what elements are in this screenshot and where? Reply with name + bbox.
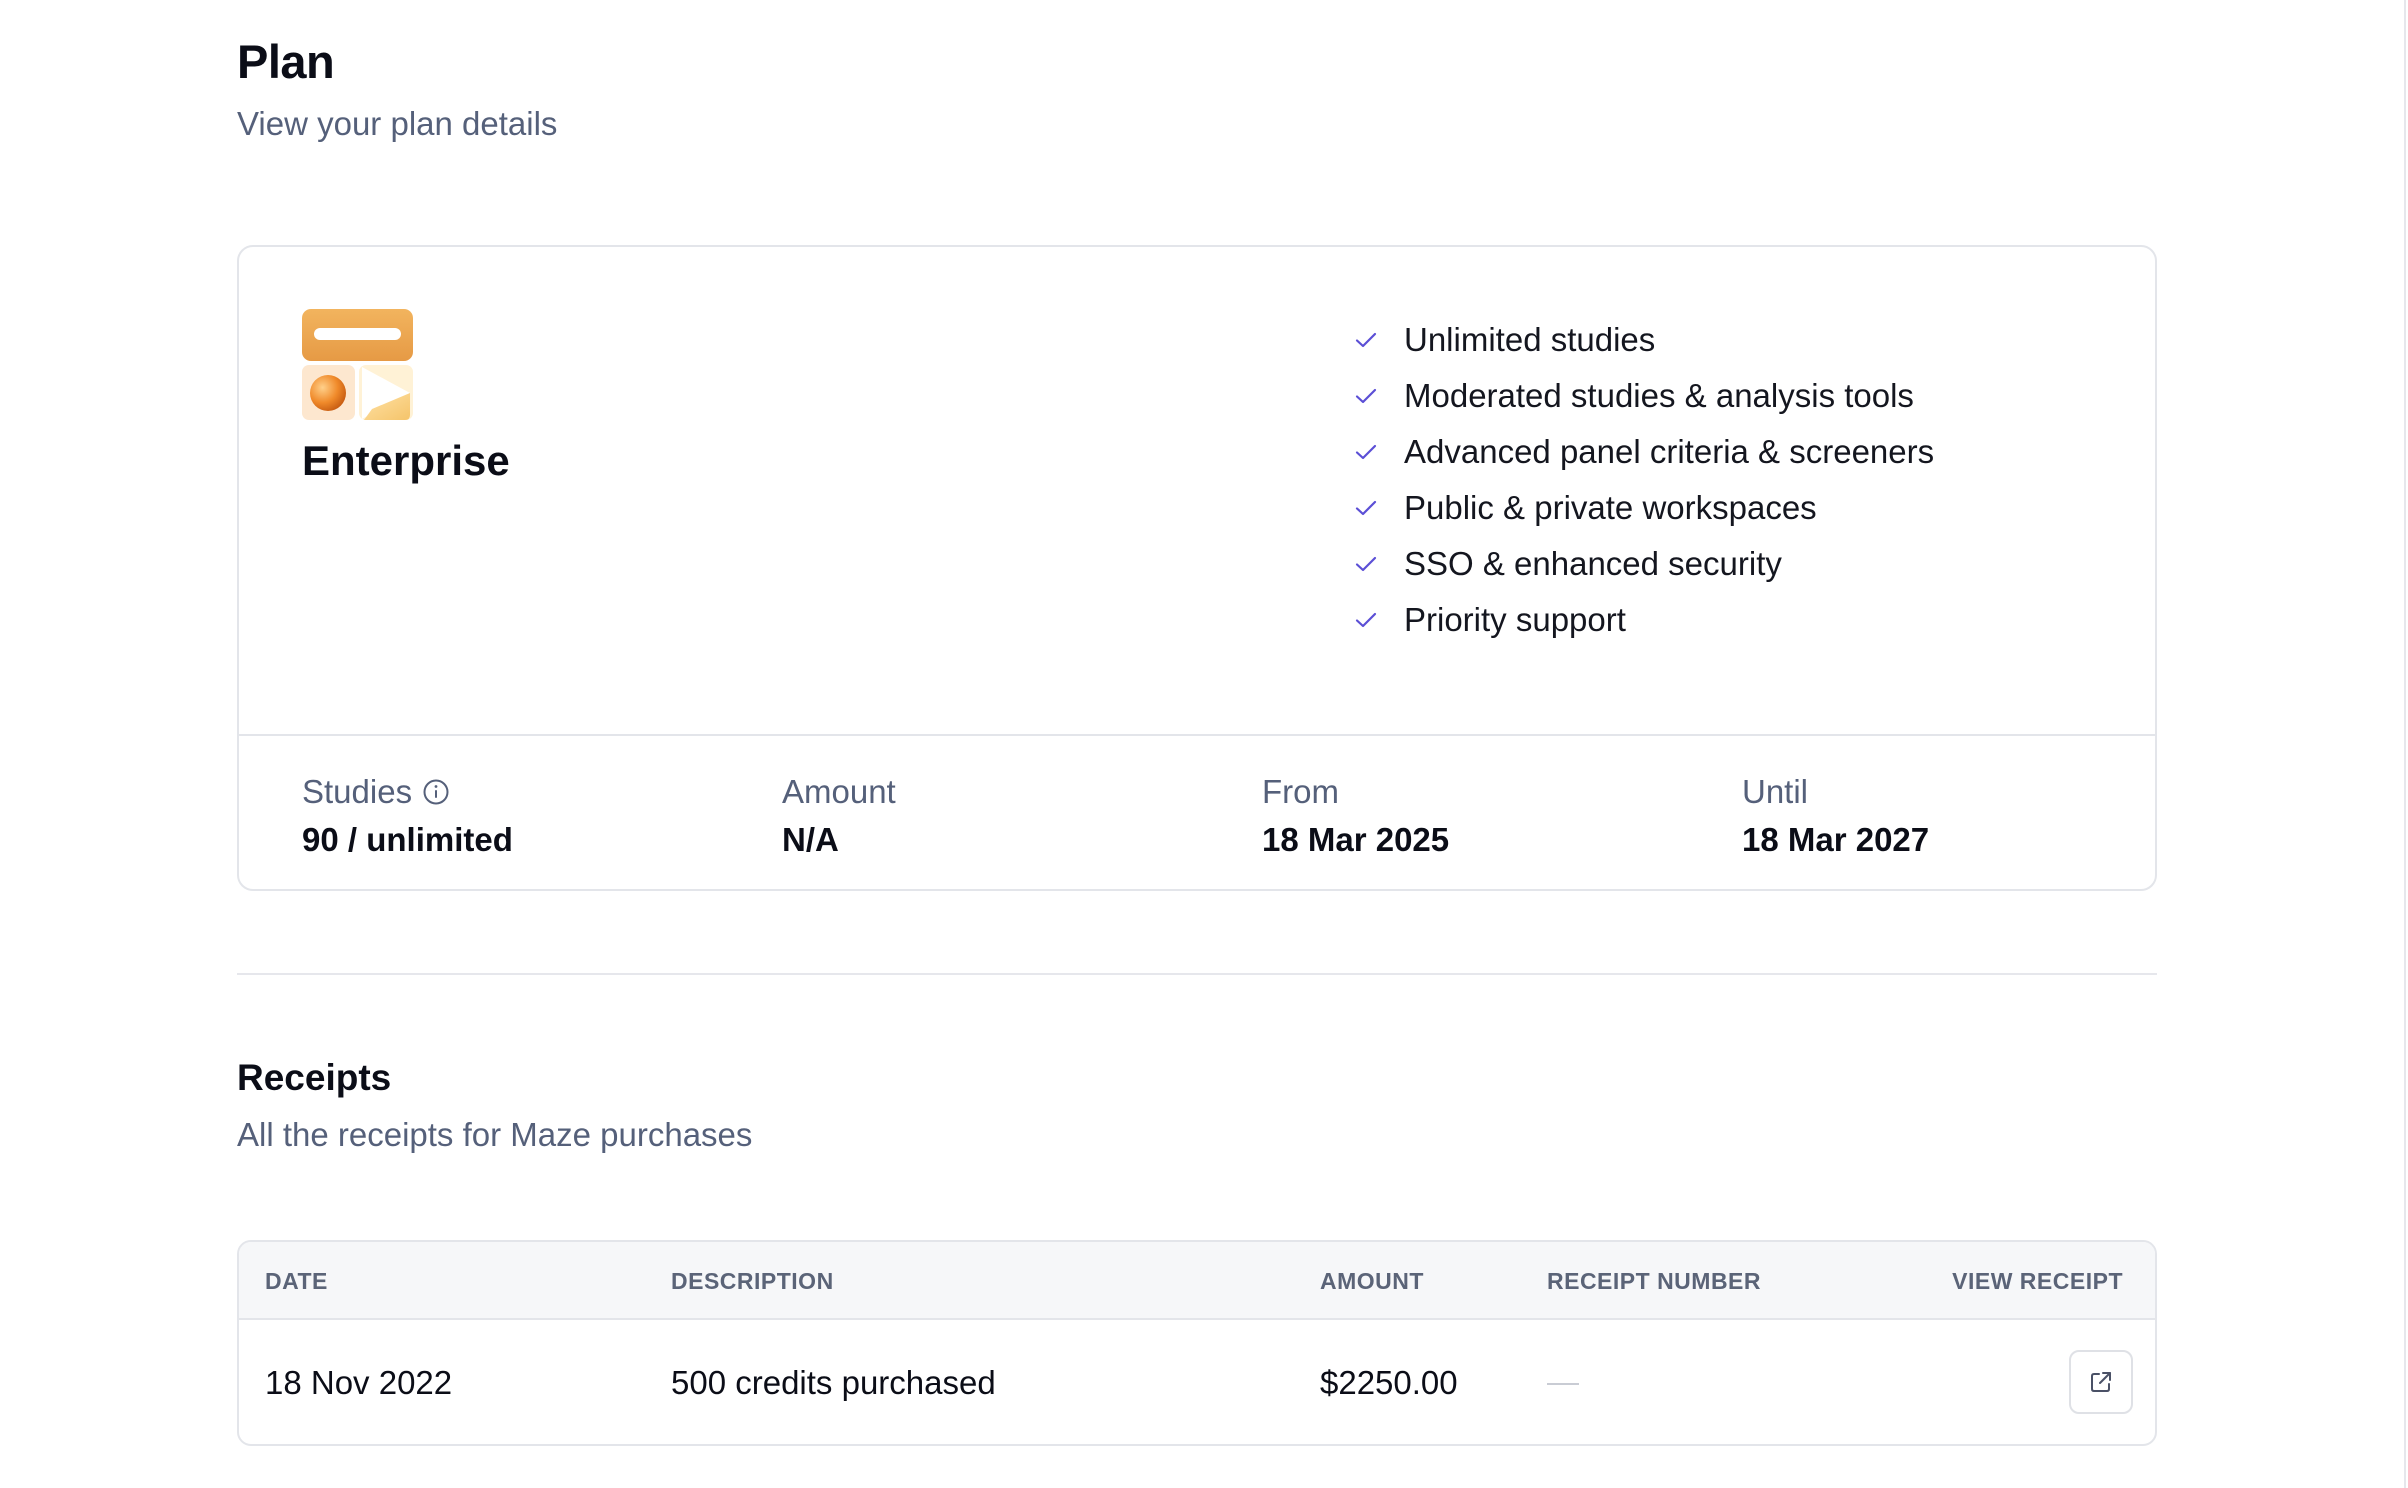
plan-features-list: Unlimited studies Moderated studies & an… xyxy=(1352,312,1934,648)
stat-studies-label-row: Studies xyxy=(302,770,513,814)
cell-date: 18 Nov 2022 xyxy=(265,1364,453,1401)
info-icon[interactable] xyxy=(422,778,450,806)
stat-value: N/A xyxy=(782,821,839,858)
plan-feature-label: SSO & enhanced security xyxy=(1404,545,1782,582)
check-icon xyxy=(1355,332,1377,348)
external-link-icon xyxy=(2091,1372,2111,1392)
column-header-date: DATE xyxy=(265,1268,328,1294)
column-header-view-receipt: VIEW RECEIPT xyxy=(1952,1268,2123,1294)
view-receipt-button[interactable] xyxy=(2069,1350,2133,1414)
section-divider xyxy=(237,973,2157,975)
stat-value: 18 Mar 2025 xyxy=(1262,821,1450,858)
plan-feature-label: Public & private workspaces xyxy=(1404,489,1817,526)
stat-value: 90 / unlimited xyxy=(302,821,513,858)
check-icon xyxy=(1355,388,1377,404)
scrollbar-track xyxy=(2404,0,2406,1488)
plan-feature: Priority support xyxy=(1352,592,1934,648)
cell-receipt-number-empty xyxy=(1547,1383,1579,1385)
stat-amount: Amount N/A xyxy=(782,770,896,862)
plan-name: Enterprise xyxy=(302,437,510,484)
receipts-table: DATE DESCRIPTION AMOUNT RECEIPT NUMBER V… xyxy=(237,1240,2157,1446)
plan-feature-label: Moderated studies & analysis tools xyxy=(1404,377,1914,414)
plan-feature-label: Advanced panel criteria & screeners xyxy=(1404,433,1935,470)
page-title: Plan xyxy=(237,35,335,88)
stat-value: 18 Mar 2027 xyxy=(1742,821,1930,858)
column-header-description: DESCRIPTION xyxy=(671,1268,834,1294)
stat-from: From 18 Mar 2025 xyxy=(1262,770,1449,862)
plan-feature: Unlimited studies xyxy=(1352,312,1934,368)
stat-studies: Studies 90 / unlimited xyxy=(302,770,513,862)
column-header-amount: AMOUNT xyxy=(1320,1268,1424,1294)
stat-label: Amount xyxy=(782,773,896,810)
column-header-receipt-number: RECEIPT NUMBER xyxy=(1547,1268,1762,1294)
plan-feature: Advanced panel criteria & screeners xyxy=(1352,424,1934,480)
check-icon xyxy=(1355,500,1377,516)
cell-amount: $2250.00 xyxy=(1320,1364,1458,1401)
plan-feature: Public & private workspaces xyxy=(1352,480,1934,536)
check-icon xyxy=(1355,556,1377,572)
plan-feature: Moderated studies & analysis tools xyxy=(1352,368,1934,424)
cell-description: 500 credits purchased xyxy=(671,1364,996,1401)
stat-until: Until 18 Mar 2027 xyxy=(1742,770,1929,862)
enterprise-plan-illustration xyxy=(302,309,413,420)
page-subtitle: View your plan details xyxy=(237,105,558,142)
stat-label: From xyxy=(1262,773,1339,810)
plan-feature-label: Priority support xyxy=(1404,601,1626,638)
receipts-title: Receipts xyxy=(237,1057,392,1098)
check-icon xyxy=(1355,444,1377,460)
plan-feature-label: Unlimited studies xyxy=(1404,321,1656,358)
plan-feature: SSO & enhanced security xyxy=(1352,536,1934,592)
plan-card: Enterprise Unlimited studies Moderated s… xyxy=(237,245,2157,891)
receipts-subtitle: All the receipts for Maze purchases xyxy=(237,1116,753,1153)
stat-label: Studies xyxy=(302,773,413,810)
plan-card-divider xyxy=(239,734,2155,736)
stat-label: Until xyxy=(1742,773,1809,810)
table-header: DATE DESCRIPTION AMOUNT RECEIPT NUMBER V… xyxy=(239,1242,2155,1320)
check-icon xyxy=(1355,612,1377,628)
